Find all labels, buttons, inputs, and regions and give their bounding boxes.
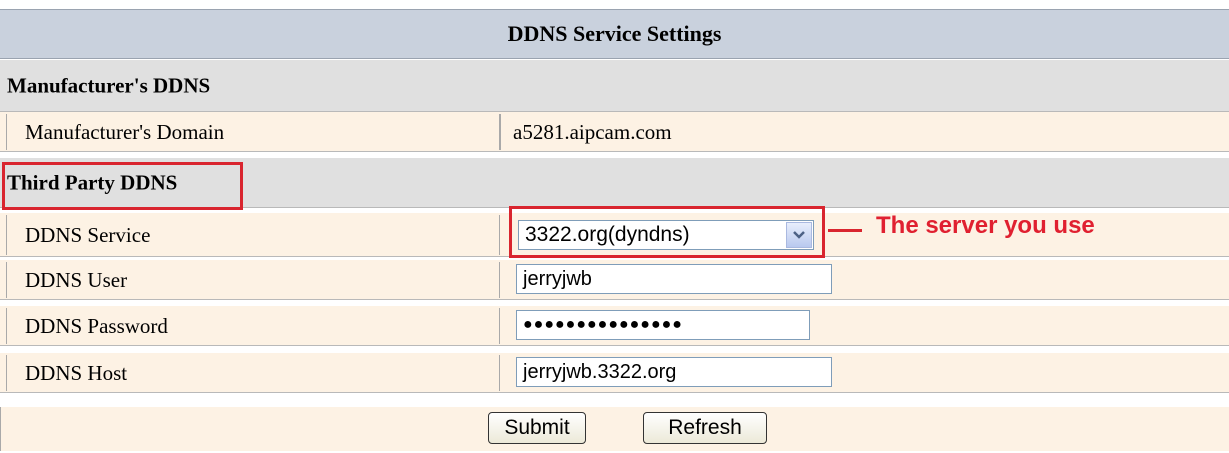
- ddns-password-input[interactable]: ●●●●●●●●●●●●●●●: [516, 310, 810, 340]
- section-heading-manufacturer: Manufacturer's DDNS: [7, 73, 211, 97]
- manufacturer-domain-value: a5281.aipcam.com: [500, 114, 1229, 150]
- ddns-host-label: DDNS Host: [6, 355, 500, 391]
- refresh-button[interactable]: Refresh: [643, 412, 767, 444]
- ddns-service-highlight-box: [509, 206, 825, 258]
- annotation-text: The server you use: [876, 212, 1095, 239]
- ddns-host-input[interactable]: jerryjwb.3322.org: [516, 357, 832, 387]
- manufacturer-domain-label: Manufacturer's Domain: [6, 114, 500, 150]
- section-manufacturer-ddns: Manufacturer's DDNS: [0, 60, 1229, 112]
- ddns-settings-panel: DDNS Service Settings Manufacturer's DDN…: [0, 0, 1229, 453]
- annotation-line: [828, 229, 862, 232]
- ddns-user-label: DDNS User: [6, 262, 500, 298]
- third-party-highlight-box: [2, 162, 243, 210]
- page-title: DDNS Service Settings: [0, 9, 1229, 59]
- manufacturer-domain-row: Manufacturer's Domain a5281.aipcam.com: [0, 112, 1229, 152]
- page-title-text: DDNS Service Settings: [507, 21, 722, 46]
- ddns-password-row: DDNS Password ●●●●●●●●●●●●●●●: [0, 306, 1229, 346]
- ddns-service-label: DDNS Service: [6, 215, 500, 255]
- button-row: Submit Refresh: [0, 407, 1229, 451]
- ddns-host-row: DDNS Host jerryjwb.3322.org: [0, 353, 1229, 393]
- ddns-user-input[interactable]: jerryjwb: [516, 264, 832, 294]
- submit-button[interactable]: Submit: [488, 412, 586, 444]
- ddns-password-label: DDNS Password: [6, 308, 500, 344]
- ddns-user-row: DDNS User jerryjwb: [0, 260, 1229, 300]
